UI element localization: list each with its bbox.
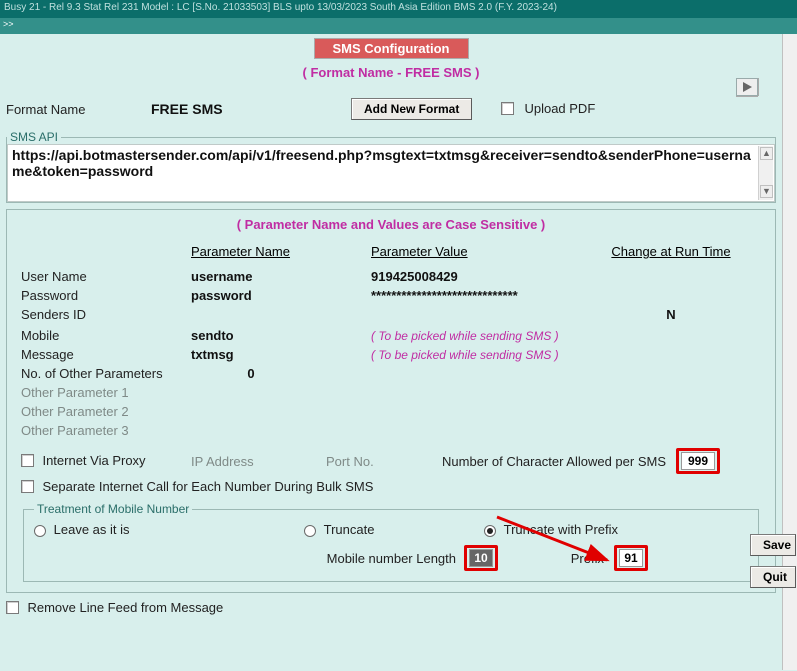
password-value: ***************************** (371, 288, 611, 303)
separate-call-checkbox[interactable] (21, 480, 34, 493)
col-param-value: Parameter Value (371, 244, 611, 259)
internet-via-proxy-checkbox[interactable] (21, 454, 34, 467)
add-new-format-button[interactable]: Add New Format (351, 98, 472, 120)
treatment-legend: Treatment of Mobile Number (34, 502, 192, 516)
ip-address-label: IP Address (191, 454, 326, 469)
textarea-scroll-up-icon[interactable]: ▲ (760, 147, 773, 160)
mobile-label: Mobile (21, 328, 191, 343)
message-note: ( To be picked while sending SMS ) (371, 348, 611, 362)
mobile-length-highlight: 10 (464, 545, 498, 571)
user-name-param: username (191, 269, 371, 284)
other-param3-label: Other Parameter 3 (21, 423, 191, 438)
password-param: password (191, 288, 371, 303)
leave-radio[interactable] (34, 525, 46, 537)
leave-label: Leave as it is (54, 522, 130, 537)
format-subtitle: ( Format Name - FREE SMS ) (6, 65, 776, 80)
sms-api-textarea[interactable]: https://api.botmastersender.com/api/v1/f… (7, 144, 775, 202)
format-name-label: Format Name (6, 102, 151, 117)
mobile-note: ( To be picked while sending SMS ) (371, 329, 611, 343)
mobile-param: sendto (191, 328, 371, 343)
truncate-label: Truncate (324, 522, 375, 537)
senders-id-runtime: N (611, 307, 731, 322)
user-name-label: User Name (21, 269, 191, 284)
col-change-runtime: Change at Run Time (611, 244, 731, 259)
truncate-prefix-label: Truncate with Prefix (504, 522, 618, 537)
play-button[interactable] (736, 78, 758, 96)
save-button[interactable]: Save (750, 534, 796, 556)
sms-api-fieldset: SMS API https://api.botmastersender.com/… (6, 130, 776, 203)
remove-lf-checkbox[interactable] (6, 601, 19, 614)
parameters-panel: ( Parameter Name and Values are Case Sen… (6, 209, 776, 593)
message-param: txtmsg (191, 347, 371, 362)
textarea-scrollbar[interactable]: ▲ ▼ (758, 146, 773, 200)
prefix-highlight: 91 (614, 545, 648, 571)
quit-button[interactable]: Quit (750, 566, 796, 588)
remove-lf-label: Remove Line Feed from Message (27, 600, 223, 615)
message-label: Message (21, 347, 191, 362)
senders-id-label: Senders ID (21, 307, 191, 322)
textarea-scroll-down-icon[interactable]: ▼ (760, 185, 773, 198)
char-allowed-label: Number of Character Allowed per SMS (416, 454, 676, 469)
no-other-params-value: 0 (191, 366, 371, 381)
sms-config-banner: SMS Configuration (314, 38, 469, 59)
format-name-value: FREE SMS (151, 101, 351, 117)
truncate-prefix-radio[interactable] (484, 525, 496, 537)
mobile-length-input[interactable]: 10 (469, 549, 493, 567)
other-param2-label: Other Parameter 2 (21, 404, 191, 419)
col-param-name: Parameter Name (191, 244, 371, 259)
mobile-length-label: Mobile number Length (304, 551, 464, 566)
prefix-input[interactable]: 91 (619, 549, 643, 567)
upload-pdf-checkbox[interactable] (501, 102, 514, 115)
separate-call-label: Separate Internet Call for Each Number D… (42, 479, 373, 494)
case-sensitive-note: ( Parameter Name and Values are Case Sen… (237, 217, 546, 232)
prefix-label: Prefix (534, 551, 614, 566)
port-no-label: Port No. (326, 454, 416, 469)
sms-api-legend: SMS API (7, 130, 61, 144)
password-label: Password (21, 288, 191, 303)
user-name-value: 919425008429 (371, 269, 611, 284)
other-param1-label: Other Parameter 1 (21, 385, 191, 400)
toolbox-strip: >> (0, 18, 797, 34)
truncate-radio[interactable] (304, 525, 316, 537)
window-titlebar: Busy 21 - Rel 9.3 Stat Rel 231 Model : L… (0, 0, 797, 18)
internet-via-proxy-label: Internet Via Proxy (42, 453, 145, 468)
char-allowed-highlight: 999 (676, 448, 720, 474)
upload-pdf-label: Upload PDF (524, 101, 595, 116)
char-allowed-input[interactable]: 999 (681, 452, 715, 470)
treatment-fieldset: Treatment of Mobile Number Leave as it i… (23, 502, 759, 582)
no-other-params-label: No. of Other Parameters (21, 366, 191, 381)
